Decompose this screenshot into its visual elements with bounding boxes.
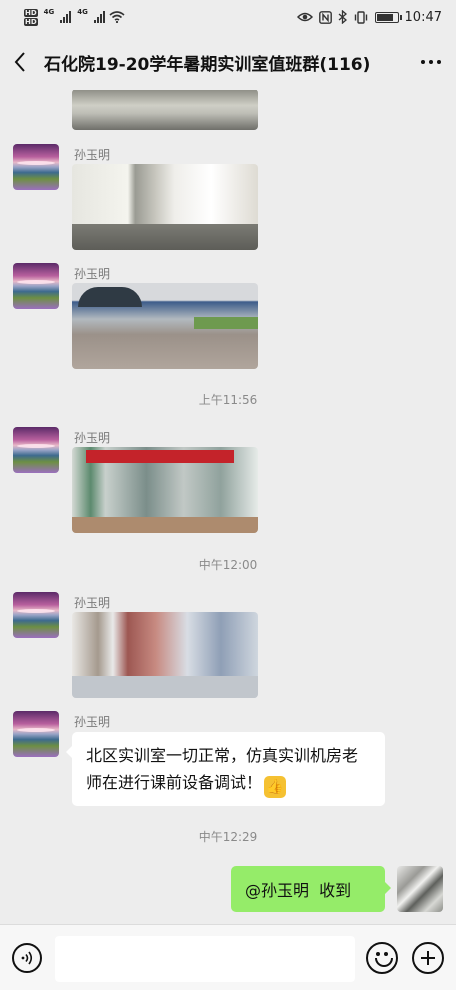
message-timestamp: 中午12:29 <box>198 830 258 844</box>
vibrate-icon <box>354 10 367 24</box>
message-bubble-outgoing[interactable]: @孙玉明 收到 <box>231 866 391 912</box>
message-image-1[interactable] <box>72 164 258 250</box>
voice-icon <box>21 951 33 965</box>
chat-header: 石化院19-20学年暑期实训室值班群(116) <box>0 34 456 90</box>
avatar[interactable] <box>13 711 59 757</box>
eye-icon <box>296 12 313 22</box>
hd-badge-2: HD <box>24 17 38 26</box>
avatar[interactable] <box>13 144 59 190</box>
message-input[interactable] <box>55 936 355 982</box>
chat-title: 石化院19-20学年暑期实训室值班群(116) <box>44 54 371 75</box>
voice-button[interactable] <box>12 943 42 973</box>
plus-button[interactable] <box>412 942 444 974</box>
sender-name: 孙玉明 <box>74 148 111 162</box>
network-tag-1: 4G <box>43 8 55 16</box>
message-text: 北区实训室一切正常，仿真实训机房老师在进行课前设备调试！ <box>86 746 359 792</box>
message-image-0[interactable] <box>72 90 258 130</box>
status-left: HD HD 4G 4G <box>24 8 125 26</box>
sender-name: 孙玉明 <box>74 431 111 445</box>
sender-name: 孙玉明 <box>74 267 111 281</box>
input-bar <box>0 924 456 990</box>
message-text: @孙玉明 收到 <box>245 881 352 900</box>
message-image-4[interactable] <box>72 447 258 533</box>
chevron-left-icon <box>14 52 25 72</box>
avatar[interactable] <box>13 263 59 309</box>
message-bubble-incoming[interactable]: 北区实训室一切正常，仿真实训机房老师在进行课前设备调试！ 👍 <box>66 732 385 806</box>
message-image-6[interactable] <box>72 612 258 698</box>
network-tag-2: 4G <box>77 8 88 16</box>
signal-icon <box>93 11 105 23</box>
bluetooth-icon <box>338 10 347 24</box>
emoji-button[interactable] <box>366 942 398 974</box>
signal-icon <box>60 11 72 23</box>
thumbs-up-icon: 👍 <box>264 776 287 798</box>
avatar[interactable] <box>13 592 59 638</box>
more-horizontal-icon <box>421 60 441 64</box>
nfc-icon <box>318 10 332 24</box>
wifi-icon <box>109 11 125 23</box>
message-timestamp: 中午12:00 <box>198 558 258 572</box>
self-avatar[interactable] <box>397 866 443 912</box>
message-image-2[interactable] <box>72 283 258 369</box>
hd-badge-1: HD <box>24 8 38 17</box>
more-button[interactable] <box>406 34 456 90</box>
message-list[interactable]: 孙玉明 孙玉明 上午11:56 孙玉明 中午12:00 孙玉明 孙玉明 北区实训… <box>0 90 456 924</box>
status-right: 10:47 <box>296 9 442 25</box>
sender-name: 孙玉明 <box>74 596 111 610</box>
back-button[interactable] <box>0 34 40 90</box>
battery-icon <box>374 11 402 23</box>
hd-badge-icon: HD HD <box>24 8 38 26</box>
avatar[interactable] <box>13 427 59 473</box>
status-time: 10:47 <box>404 9 442 25</box>
message-timestamp: 上午11:56 <box>198 393 258 407</box>
status-bar: HD HD 4G 4G 10:47 <box>0 0 456 34</box>
sender-name: 孙玉明 <box>74 715 111 729</box>
